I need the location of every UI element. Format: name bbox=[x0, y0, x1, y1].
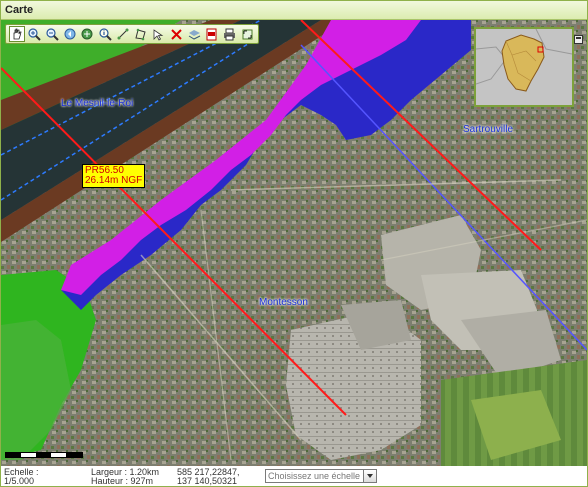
pr-marker-label[interactable]: PR56.50 26.14m NGF bbox=[82, 164, 146, 188]
print-icon[interactable] bbox=[222, 26, 238, 42]
map-window: Carte Le Mesnil-le-Roi Sartrouville Mont… bbox=[0, 0, 588, 487]
chevron-down-icon[interactable] bbox=[363, 470, 376, 482]
pdf-icon[interactable] bbox=[204, 26, 220, 42]
pr-marker-level: 26.14m NGF bbox=[85, 175, 143, 186]
zoom-full-icon[interactable] bbox=[80, 26, 96, 42]
info-icon[interactable] bbox=[98, 26, 114, 42]
scale-select[interactable]: Choisissez une échelle bbox=[265, 469, 377, 483]
zoom-in-icon[interactable] bbox=[27, 26, 43, 42]
scale-select-value: Choisissez une échelle bbox=[268, 471, 361, 481]
map-scale-bar bbox=[5, 452, 83, 458]
overview-collapse-button[interactable] bbox=[574, 35, 583, 44]
fullscreen-icon[interactable] bbox=[239, 26, 255, 42]
overview-map[interactable] bbox=[474, 27, 574, 107]
coordinate-y-readout: 137 140,50321 bbox=[177, 476, 238, 486]
layers-icon[interactable] bbox=[186, 26, 202, 42]
place-label-sartrouville: Sartrouville bbox=[463, 124, 514, 135]
overview-map-image bbox=[476, 29, 572, 105]
place-label-montesson: Montesson bbox=[259, 297, 308, 308]
scale-value: 1/5.000 bbox=[4, 476, 35, 486]
clear-icon[interactable] bbox=[169, 26, 185, 42]
zoom-out-icon[interactable] bbox=[44, 26, 60, 42]
map-height-readout: Hauteur : 927m bbox=[91, 476, 154, 486]
map-view[interactable]: Le Mesnil-le-Roi Sartrouville Montesson … bbox=[1, 20, 587, 466]
pan-hand-icon[interactable] bbox=[9, 26, 25, 42]
measure-distance-icon[interactable] bbox=[115, 26, 131, 42]
select-feature-icon[interactable] bbox=[151, 26, 167, 42]
window-title: Carte bbox=[5, 4, 34, 16]
window-titlebar: Carte bbox=[1, 1, 587, 20]
measure-area-icon[interactable] bbox=[133, 26, 149, 42]
map-toolbar bbox=[5, 24, 259, 44]
zoom-previous-icon[interactable] bbox=[62, 26, 78, 42]
place-label-mesnil: Le Mesnil-le-Roi bbox=[61, 98, 134, 109]
